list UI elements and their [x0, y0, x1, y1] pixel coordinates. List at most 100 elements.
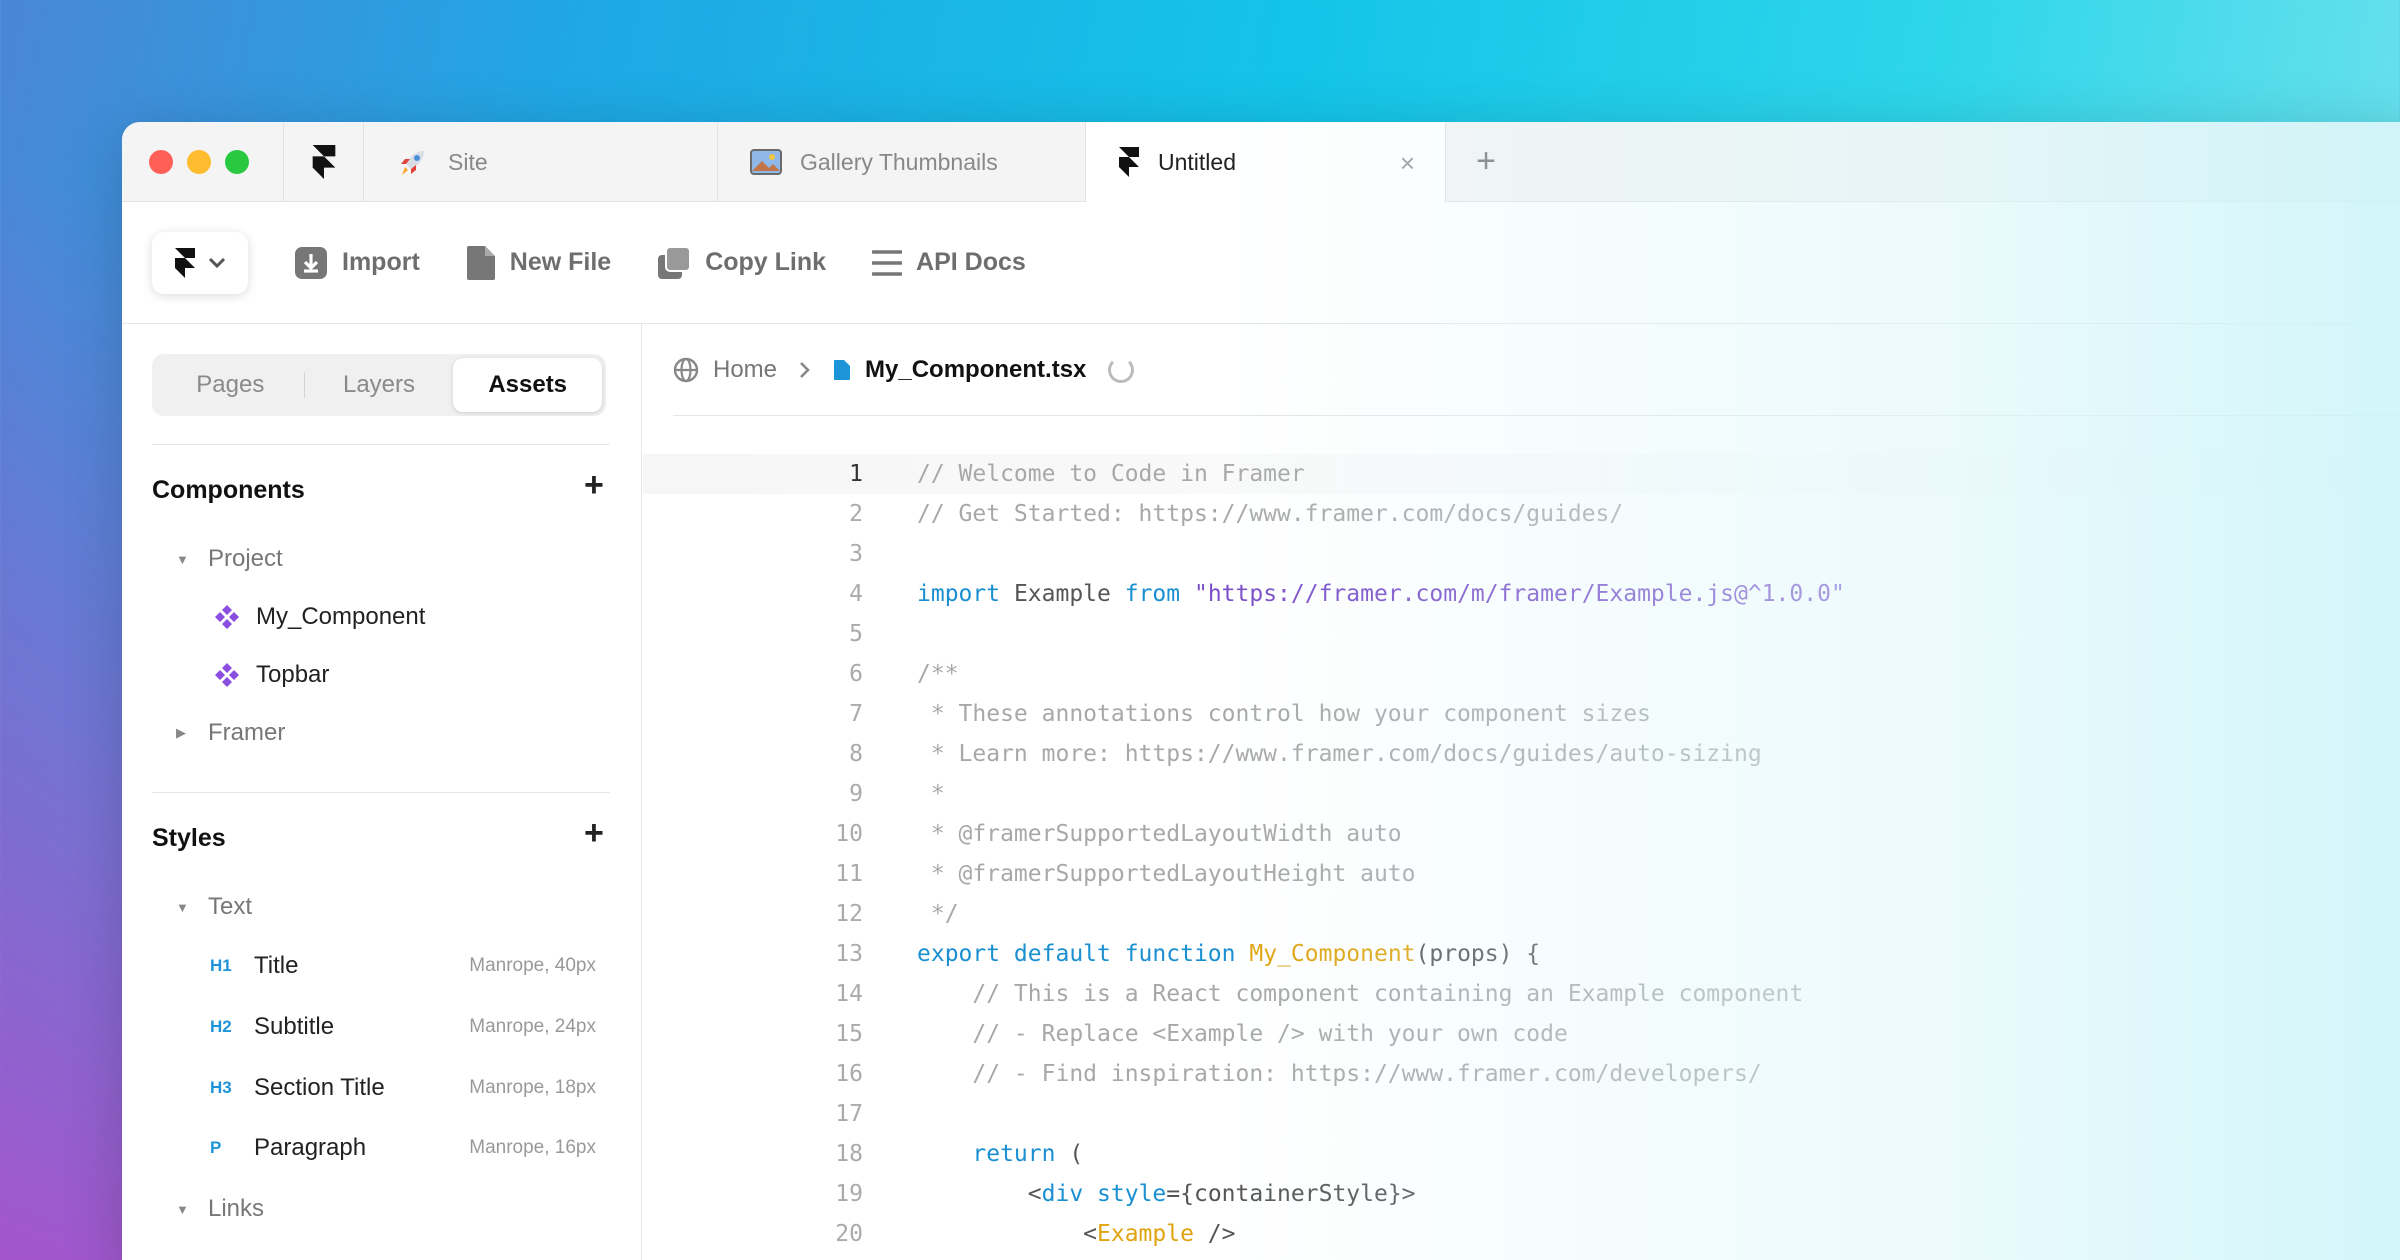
component-icon — [215, 663, 239, 687]
line-number: 5 — [849, 621, 863, 647]
close-window-button[interactable] — [149, 149, 173, 174]
new-file-button[interactable]: New File — [466, 245, 611, 281]
framer-home-tab[interactable] — [284, 122, 364, 201]
group-framer[interactable]: ▶ Framer — [122, 713, 642, 753]
code-token: ={containerStyle}> — [1166, 1181, 1416, 1207]
code-line[interactable]: 2 // Get Started: https://www.framer.com/… — [643, 494, 2400, 534]
code-token: // - Replace <Example /> with your own c… — [917, 1021, 1568, 1047]
code-line[interactable]: 15 // - Replace <Example /> with your ow… — [643, 1014, 2400, 1054]
file-icon — [834, 359, 851, 380]
code-line[interactable]: 7 * These annotations control how your c… — [643, 694, 2400, 734]
code-line[interactable]: 4 import Example from "https://framer.com… — [643, 574, 2400, 614]
code-line[interactable]: 9 * — [643, 774, 2400, 814]
code-line[interactable]: 1 // Welcome to Code in Framer — [643, 454, 2400, 494]
code-line[interactable]: 13 export default function My_Component(p… — [643, 934, 2400, 974]
tab-untitled[interactable]: Untitled × — [1086, 122, 1446, 203]
line-number: 13 — [835, 941, 863, 967]
code-token: < — [917, 1181, 1042, 1207]
segment-assets[interactable]: Assets — [453, 358, 603, 412]
code-line[interactable]: 5 — [643, 614, 2400, 654]
sidebar-segmented-control: Pages Layers Assets — [152, 354, 606, 416]
style-section-title[interactable]: H3 Section Title Manrope, 18px — [122, 1068, 642, 1108]
code-line[interactable]: 10 * @framerSupportedLayoutWidth auto — [643, 814, 2400, 854]
style-paragraph[interactable]: P Paragraph Manrope, 16px — [122, 1128, 642, 1168]
rocket-icon — [401, 151, 424, 175]
line-number: 11 — [835, 861, 863, 887]
segment-pages[interactable]: Pages — [156, 358, 305, 412]
component-icon — [215, 605, 239, 629]
window-controls — [122, 122, 284, 201]
group-framer-label: Framer — [208, 719, 286, 746]
divider — [152, 444, 610, 445]
code-text: export default function My_Component(pro… — [917, 941, 1540, 967]
framer-logo-icon — [1119, 147, 1139, 177]
code-text: * These annotations control how your com… — [917, 701, 1651, 727]
tab-gallery-thumbnails[interactable]: Gallery Thumbnails — [718, 122, 1086, 202]
code-line[interactable]: 14 // This is a React component containi… — [643, 974, 2400, 1014]
style-title[interactable]: H1 Title Manrope, 40px — [122, 946, 642, 986]
code-token: * These annotations control how your com… — [917, 701, 1651, 727]
minimize-window-button[interactable] — [187, 149, 211, 174]
code-line[interactable]: 17 — [643, 1094, 2400, 1134]
copy-icon — [658, 245, 692, 279]
close-tab-icon[interactable]: × — [1400, 148, 1415, 179]
group-text-label: Text — [208, 893, 253, 920]
code-text: * Learn more: https://www.framer.com/doc… — [917, 741, 1762, 767]
components-title: Components — [152, 476, 305, 504]
style-subtitle[interactable]: H2 Subtitle Manrope, 24px — [122, 1007, 642, 1047]
code-line[interactable]: 8 * Learn more: https://www.framer.com/d… — [643, 734, 2400, 774]
code-token: export default function — [917, 941, 1236, 967]
line-number: 12 — [835, 901, 863, 927]
code-token: * Learn more: https://www.framer.com/doc… — [917, 741, 1762, 767]
line-number: 1 — [849, 461, 863, 487]
line-number: 16 — [835, 1061, 863, 1087]
segment-layers[interactable]: Layers — [305, 358, 454, 412]
tab-site[interactable]: Site — [364, 122, 718, 202]
line-number: 9 — [849, 781, 863, 807]
code-line[interactable]: 6 /** — [643, 654, 2400, 694]
group-links[interactable]: ▼ Links — [122, 1189, 642, 1229]
code-line[interactable]: 3 — [643, 534, 2400, 574]
maximize-window-button[interactable] — [225, 149, 249, 174]
code-line[interactable]: 16 // - Find inspiration: https://www.fr… — [643, 1054, 2400, 1094]
p-badge: P — [210, 1138, 222, 1157]
import-button[interactable]: Import — [294, 246, 420, 280]
main-menu-button[interactable] — [152, 231, 248, 294]
code-line[interactable]: 18 return ( — [643, 1134, 2400, 1174]
caret-right-icon: ▶ — [176, 725, 186, 740]
breadcrumb-home[interactable]: Home — [713, 356, 777, 384]
component-my-component-label: My_Component — [256, 603, 426, 630]
code-text: // - Replace <Example /> with your own c… — [917, 1021, 1568, 1047]
styles-title: Styles — [152, 824, 226, 852]
app-window: Site Gallery Thumbnails Untitled × + Imp… — [122, 122, 2400, 1260]
api-docs-button[interactable]: API Docs — [872, 248, 1026, 277]
h2-badge: H2 — [210, 1017, 232, 1036]
code-token: Example — [1000, 581, 1125, 607]
code-line[interactable]: 11 * @framerSupportedLayoutHeight auto — [643, 854, 2400, 894]
code-line[interactable]: 20 <Example /> — [643, 1214, 2400, 1254]
line-number: 15 — [835, 1021, 863, 1047]
code-line[interactable]: 19 <div style={containerStyle}> — [643, 1174, 2400, 1214]
new-tab-button[interactable]: + — [1446, 122, 1526, 201]
copy-link-button[interactable]: Copy Link — [657, 245, 826, 280]
code-editor: Home My_Component.tsx 1 // Welcome to Cod… — [643, 324, 2400, 1260]
component-my-component[interactable]: My_Component — [122, 597, 642, 637]
code-text: return ( — [917, 1141, 1083, 1167]
line-number: 20 — [835, 1221, 863, 1247]
code-text: * @framerSupportedLayoutHeight auto — [917, 861, 1416, 887]
code-text: /** — [917, 661, 959, 687]
code-line[interactable]: 12 */ — [643, 894, 2400, 934]
breadcrumb-file[interactable]: My_Component.tsx — [865, 356, 1086, 384]
globe-icon — [673, 357, 699, 382]
group-project[interactable]: ▼ Project — [122, 539, 642, 579]
code-area[interactable]: 1 // Welcome to Code in Framer 2 // Get Sta… — [643, 454, 2400, 1254]
component-topbar[interactable]: Topbar — [122, 655, 642, 695]
add-style-icon[interactable]: + — [584, 816, 604, 850]
group-text[interactable]: ▼ Text — [122, 887, 642, 927]
code-token: // Welcome to Code in Framer — [917, 461, 1305, 487]
loading-spinner-icon — [1108, 356, 1135, 383]
add-component-icon[interactable]: + — [584, 468, 604, 502]
component-topbar-label: Topbar — [256, 661, 330, 688]
